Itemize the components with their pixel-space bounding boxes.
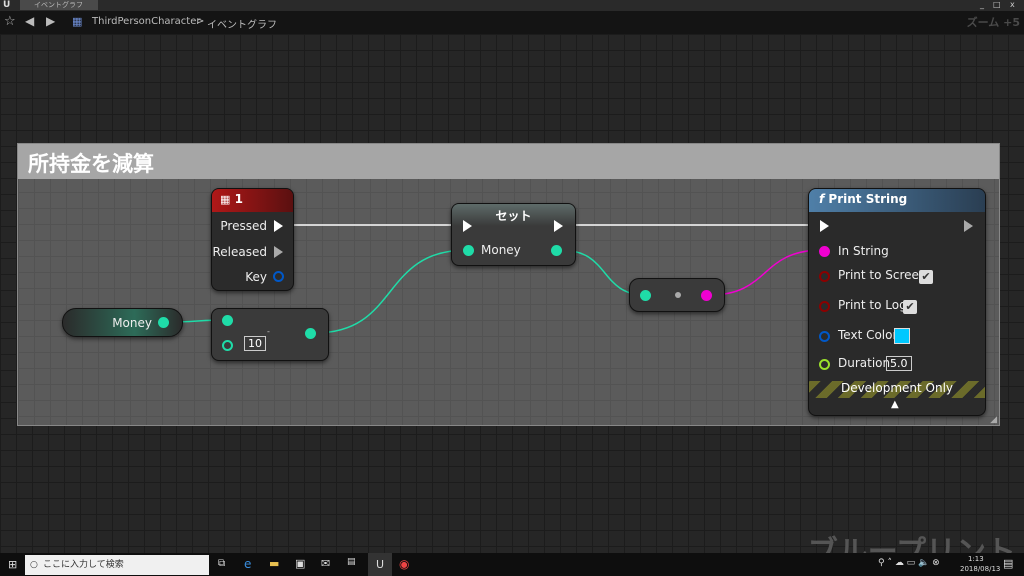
duration-field[interactable]: 5.0 xyxy=(886,356,912,371)
variable-label: Money xyxy=(112,316,152,330)
money-output-pin[interactable] xyxy=(158,317,169,328)
print-to-log-checkbox[interactable]: ✔ xyxy=(903,300,917,314)
windows-start-icon[interactable]: ⊞ xyxy=(8,558,17,571)
subtract-result-wire xyxy=(314,249,468,334)
int-input-pin[interactable] xyxy=(640,290,651,301)
tray-icons[interactable]: ⚲ ˄ ☁ ▭ 🔈 ⊗ xyxy=(878,558,940,568)
b-input-pin[interactable] xyxy=(222,340,233,351)
print-to-screen-label: Print to Screen xyxy=(838,268,927,282)
mail-icon[interactable]: ✉ xyxy=(321,557,330,570)
node-title: Print String xyxy=(828,192,908,206)
subtract-operator: - xyxy=(267,327,270,336)
text-color-label: Text Color xyxy=(838,328,898,342)
input-key-event-node[interactable]: ▦ 1 Pressed Released Key xyxy=(211,188,294,291)
exec-input-pin[interactable] xyxy=(463,220,472,232)
key-struct-pin[interactable] xyxy=(273,271,284,282)
edge-browser-icon[interactable]: e xyxy=(244,557,251,571)
print-to-log-pin[interactable] xyxy=(819,301,830,312)
a-input-pin[interactable] xyxy=(222,315,233,326)
clock-date[interactable]: 2018/08/13 xyxy=(960,565,1000,573)
windows-taskbar: ⊞ ○ ここに入力して検索 ⧉ e ▬ ▣ ✉ ▤ U ◉ ⚲ ˄ ☁ ▭ 🔈 ⊗… xyxy=(0,553,1024,576)
task-view-icon[interactable]: ⧉ xyxy=(218,558,225,569)
string-wire xyxy=(709,249,823,296)
duration-pin[interactable] xyxy=(819,359,830,370)
key-pin-label: Key xyxy=(245,270,267,284)
chrome-icon[interactable]: ◉ xyxy=(399,557,409,571)
subtract-node[interactable]: 10 - xyxy=(211,308,329,361)
released-pin-label: Released xyxy=(212,245,267,259)
text-color-swatch[interactable] xyxy=(894,328,910,344)
pressed-pin-label: Pressed xyxy=(220,219,267,233)
print-to-screen-checkbox[interactable]: ✔ xyxy=(919,270,933,284)
taskbar-search-box[interactable]: ○ ここに入力して検索 xyxy=(25,555,209,575)
epic-launcher-icon[interactable]: ▤ xyxy=(347,557,356,567)
clock-time[interactable]: 1:13 xyxy=(968,555,984,563)
in-string-pin[interactable] xyxy=(819,246,830,257)
development-only-label: Development Only xyxy=(840,381,954,395)
exec-input-pin[interactable] xyxy=(820,220,829,232)
node-header: f Print String xyxy=(809,189,985,212)
get-money-node[interactable]: Money xyxy=(62,308,183,337)
money-input-pin[interactable] xyxy=(463,245,474,256)
unreal-editor-taskbar-icon[interactable]: U xyxy=(368,553,392,576)
search-placeholder: ここに入力して検索 xyxy=(43,560,124,570)
money-pin-label: Money xyxy=(481,243,521,257)
subtract-value-field[interactable]: 10 xyxy=(244,336,266,351)
exec-output-pin[interactable] xyxy=(554,220,563,232)
file-explorer-icon[interactable]: ▬ xyxy=(269,557,279,570)
print-to-screen-pin[interactable] xyxy=(819,271,830,282)
duration-label: Duration xyxy=(838,356,891,370)
function-icon: f xyxy=(819,192,825,206)
print-to-log-label: Print to Log xyxy=(838,298,907,312)
notification-icon[interactable]: ▤ xyxy=(1003,557,1013,570)
search-circle-icon: ○ xyxy=(30,560,38,570)
result-output-pin[interactable] xyxy=(305,328,316,339)
keyboard-icon: ▦ xyxy=(220,193,231,206)
store-icon[interactable]: ▣ xyxy=(295,557,305,570)
set-money-node[interactable]: セット Money xyxy=(451,203,576,266)
print-string-node[interactable]: f Print String In String Print to Screen… xyxy=(808,188,986,416)
int-to-string-conversion-node[interactable] xyxy=(629,278,725,312)
released-exec-pin[interactable] xyxy=(274,246,283,258)
node-header: ▦ 1 xyxy=(212,189,293,212)
pressed-exec-pin[interactable] xyxy=(274,220,283,232)
development-only-banner: Development Only xyxy=(809,381,985,398)
conversion-icon xyxy=(675,292,681,298)
in-string-label: In String xyxy=(838,244,889,258)
exec-output-pin[interactable] xyxy=(964,220,973,232)
text-color-pin[interactable] xyxy=(819,331,830,342)
collapse-arrow-icon[interactable]: ▲ xyxy=(891,399,899,410)
string-output-pin[interactable] xyxy=(701,290,712,301)
node-title: 1 xyxy=(234,192,243,206)
money-output-pin[interactable] xyxy=(551,245,562,256)
